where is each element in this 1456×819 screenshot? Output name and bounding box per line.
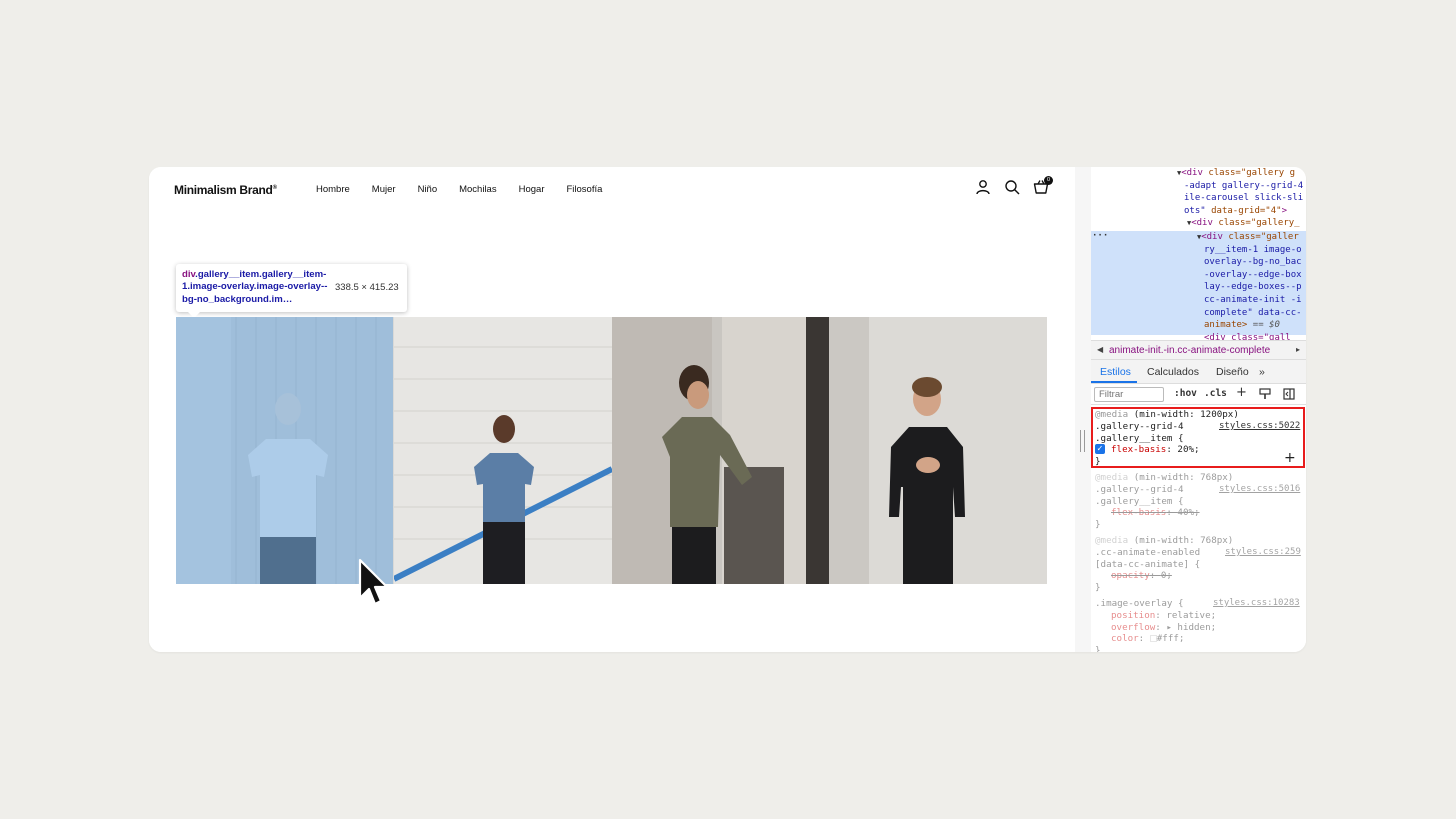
source-link[interactable]: styles.css:5016: [1219, 484, 1300, 494]
rule-declaration[interactable]: flex-basis: 20%;: [1111, 444, 1200, 456]
more-actions-icon[interactable]: ···: [1092, 231, 1108, 241]
tab-calculados[interactable]: Calculados: [1147, 366, 1199, 378]
rule-declaration[interactable]: position: relative;: [1111, 610, 1216, 622]
rule-selector[interactable]: .gallery__item {: [1095, 496, 1184, 508]
gallery-item-4[interactable]: [829, 317, 1047, 584]
nav-item-nino[interactable]: Niño: [418, 184, 438, 195]
tooltip-selector: div.gallery__item.gallery__item-1.image-…: [182, 269, 328, 305]
dom-line: lay--edge-boxes--p: [1204, 282, 1302, 293]
rule-selector[interactable]: .gallery__item {: [1095, 433, 1184, 445]
dom-line: ots" data-grid="4">: [1184, 205, 1287, 216]
active-tab-indicator: [1091, 381, 1137, 383]
paint-icon[interactable]: [1259, 388, 1271, 400]
new-rule-icon[interactable]: +: [1236, 385, 1247, 400]
gallery-item-1[interactable]: [176, 317, 394, 584]
rule-selector[interactable]: .gallery--grid-4: [1095, 421, 1184, 433]
nav-item-mujer[interactable]: Mujer: [372, 184, 396, 195]
styles-rules: @media (min-width: 1200px) .gallery--gri…: [1091, 405, 1306, 652]
product-gallery: [176, 317, 1047, 584]
dom-line: complete" data-cc-: [1204, 307, 1302, 318]
account-icon[interactable]: [975, 179, 991, 195]
nav-item-mochilas[interactable]: Mochilas: [459, 184, 497, 195]
devtools-panel: ··· ▼<div class="gallery g -adapt galler…: [1091, 167, 1306, 652]
header-actions: 0: [975, 176, 1053, 195]
main-nav: Hombre Mujer Niño Mochilas Hogar Filosof…: [316, 184, 602, 195]
rule-close: }: [1095, 456, 1101, 468]
inspect-tooltip: div.gallery__item.gallery__item-1.image-…: [176, 264, 407, 318]
rule-media: @media (min-width: 768px): [1095, 472, 1234, 483]
dom-node-gallery[interactable]: ▼<div class="gallery g: [1177, 167, 1295, 180]
dom-line: -overlay--edge-box: [1204, 269, 1302, 280]
gallery-item-3[interactable]: [611, 317, 830, 584]
rule-declaration[interactable]: color: #fff;: [1111, 633, 1184, 645]
tab-estilos[interactable]: Estilos: [1100, 366, 1131, 378]
cart-icon[interactable]: 0: [1033, 176, 1053, 195]
nav-item-filosofia[interactable]: Filosofía: [566, 184, 602, 195]
rule-close: }: [1095, 519, 1101, 531]
dom-line: ry__item-1 image-o: [1204, 244, 1302, 255]
search-icon[interactable]: [1004, 179, 1020, 195]
rule-close: }: [1095, 645, 1101, 652]
source-link[interactable]: styles.css:259: [1225, 547, 1301, 557]
rule-declaration-overridden[interactable]: opacity: 0;: [1111, 570, 1172, 582]
rule-selector[interactable]: .cc-animate-enabled: [1095, 547, 1200, 559]
mouse-cursor-icon: [358, 558, 389, 606]
elements-tree: ··· ▼<div class="gallery g -adapt galler…: [1091, 167, 1306, 343]
property-checkbox[interactable]: ✓: [1095, 444, 1105, 454]
dom-node-gallery-inner[interactable]: ▼<div class="gallery_: [1187, 217, 1300, 230]
breadcrumb-item[interactable]: animate-init.-in.cc-animate-complete: [1109, 345, 1289, 356]
dom-line: animate> == $0: [1204, 320, 1280, 331]
rule-selector[interactable]: .image-overlay {: [1095, 598, 1184, 610]
rule-selector[interactable]: [data-cc-animate] {: [1095, 559, 1200, 571]
tooltip-size: 338.5 × 415.23: [335, 282, 399, 293]
sidebar-toggle-icon[interactable]: [1283, 388, 1295, 400]
source-link[interactable]: styles.css:5022: [1219, 421, 1300, 431]
gallery-item-2[interactable]: [393, 317, 612, 584]
rule-selector[interactable]: .gallery--grid-4: [1095, 484, 1184, 496]
source-link[interactable]: styles.css:10283: [1213, 598, 1300, 608]
rule-close: }: [1095, 582, 1101, 594]
website-viewport: Minimalism Brand® Hombre Mujer Niño Moch…: [149, 167, 1075, 652]
more-tabs-icon[interactable]: »: [1259, 366, 1265, 378]
rule-declaration-overridden[interactable]: flex-basis: 40%;: [1111, 507, 1200, 519]
hov-button[interactable]: :hov: [1174, 388, 1197, 399]
dom-line: -adapt gallery--grid-4: [1184, 180, 1304, 191]
browser-window: Minimalism Brand® Hombre Mujer Niño Moch…: [149, 167, 1306, 652]
tab-diseno[interactable]: Diseño: [1216, 366, 1249, 378]
brand-logo[interactable]: Minimalism Brand®: [174, 183, 277, 197]
cls-button[interactable]: .cls: [1204, 388, 1227, 399]
rule-declaration[interactable]: overflow: ▸ hidden;: [1111, 622, 1216, 634]
breadcrumb: ◀ animate-init.-in.cc-animate-complete ▸: [1091, 340, 1306, 360]
nav-item-hogar[interactable]: Hogar: [519, 184, 545, 195]
scroll-right-icon[interactable]: ▸: [1296, 345, 1300, 354]
cart-count-badge: 0: [1044, 176, 1053, 185]
dom-node-gallery-item-1[interactable]: ▼<div class="galler: [1197, 231, 1299, 244]
dom-line: ile-carousel slick-sli: [1184, 193, 1304, 204]
grip-icon: [1080, 430, 1085, 452]
dom-line: overlay--bg-no_bac: [1204, 257, 1302, 268]
styles-tabbar: Estilos Calculados Diseño »: [1091, 360, 1306, 384]
nav-item-hombre[interactable]: Hombre: [316, 184, 350, 195]
styles-toolbar: :hov .cls +: [1091, 385, 1306, 405]
dom-line: cc-animate-init -i: [1204, 295, 1302, 305]
color-swatch[interactable]: [1149, 635, 1157, 643]
rule-media-1200: @media (min-width: 1200px): [1095, 409, 1239, 420]
filter-input[interactable]: [1094, 387, 1164, 402]
add-declaration-icon[interactable]: +: [1284, 450, 1296, 466]
scroll-left-icon[interactable]: ◀: [1097, 345, 1103, 354]
panel-resize-handle[interactable]: [1075, 167, 1091, 652]
rule-media: @media (min-width: 768px): [1095, 535, 1234, 546]
